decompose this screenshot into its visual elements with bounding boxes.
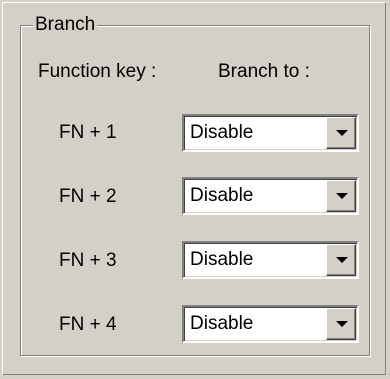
fn3-dropdown-button[interactable]: [326, 244, 356, 276]
branch-to-header: Branch to :: [218, 61, 310, 82]
fn4-label: FN + 4: [59, 314, 117, 335]
fn1-label: FN + 1: [59, 122, 117, 143]
fn2-label: FN + 2: [59, 186, 117, 207]
function-key-header: Function key :: [38, 61, 157, 82]
chevron-down-icon: [336, 193, 348, 199]
fn2-branch-select[interactable]: Disable: [182, 177, 359, 215]
fn4-branch-select[interactable]: Disable: [182, 305, 359, 343]
fn1-dropdown-button[interactable]: [326, 117, 356, 149]
group-title: Branch: [33, 14, 98, 36]
fn2-branch-value: Disable: [190, 185, 254, 206]
fn3-branch-value: Disable: [190, 249, 254, 270]
chevron-down-icon: [336, 321, 348, 327]
fn4-dropdown-button[interactable]: [326, 308, 356, 340]
fn3-branch-select[interactable]: Disable: [182, 241, 359, 279]
fn2-dropdown-button[interactable]: [326, 180, 356, 212]
fn1-branch-select[interactable]: Disable: [182, 114, 359, 152]
fn4-branch-value: Disable: [190, 313, 254, 334]
chevron-down-icon: [336, 257, 348, 263]
chevron-down-icon: [336, 130, 348, 136]
fn3-label: FN + 3: [59, 250, 117, 271]
fn1-branch-value: Disable: [190, 122, 254, 143]
